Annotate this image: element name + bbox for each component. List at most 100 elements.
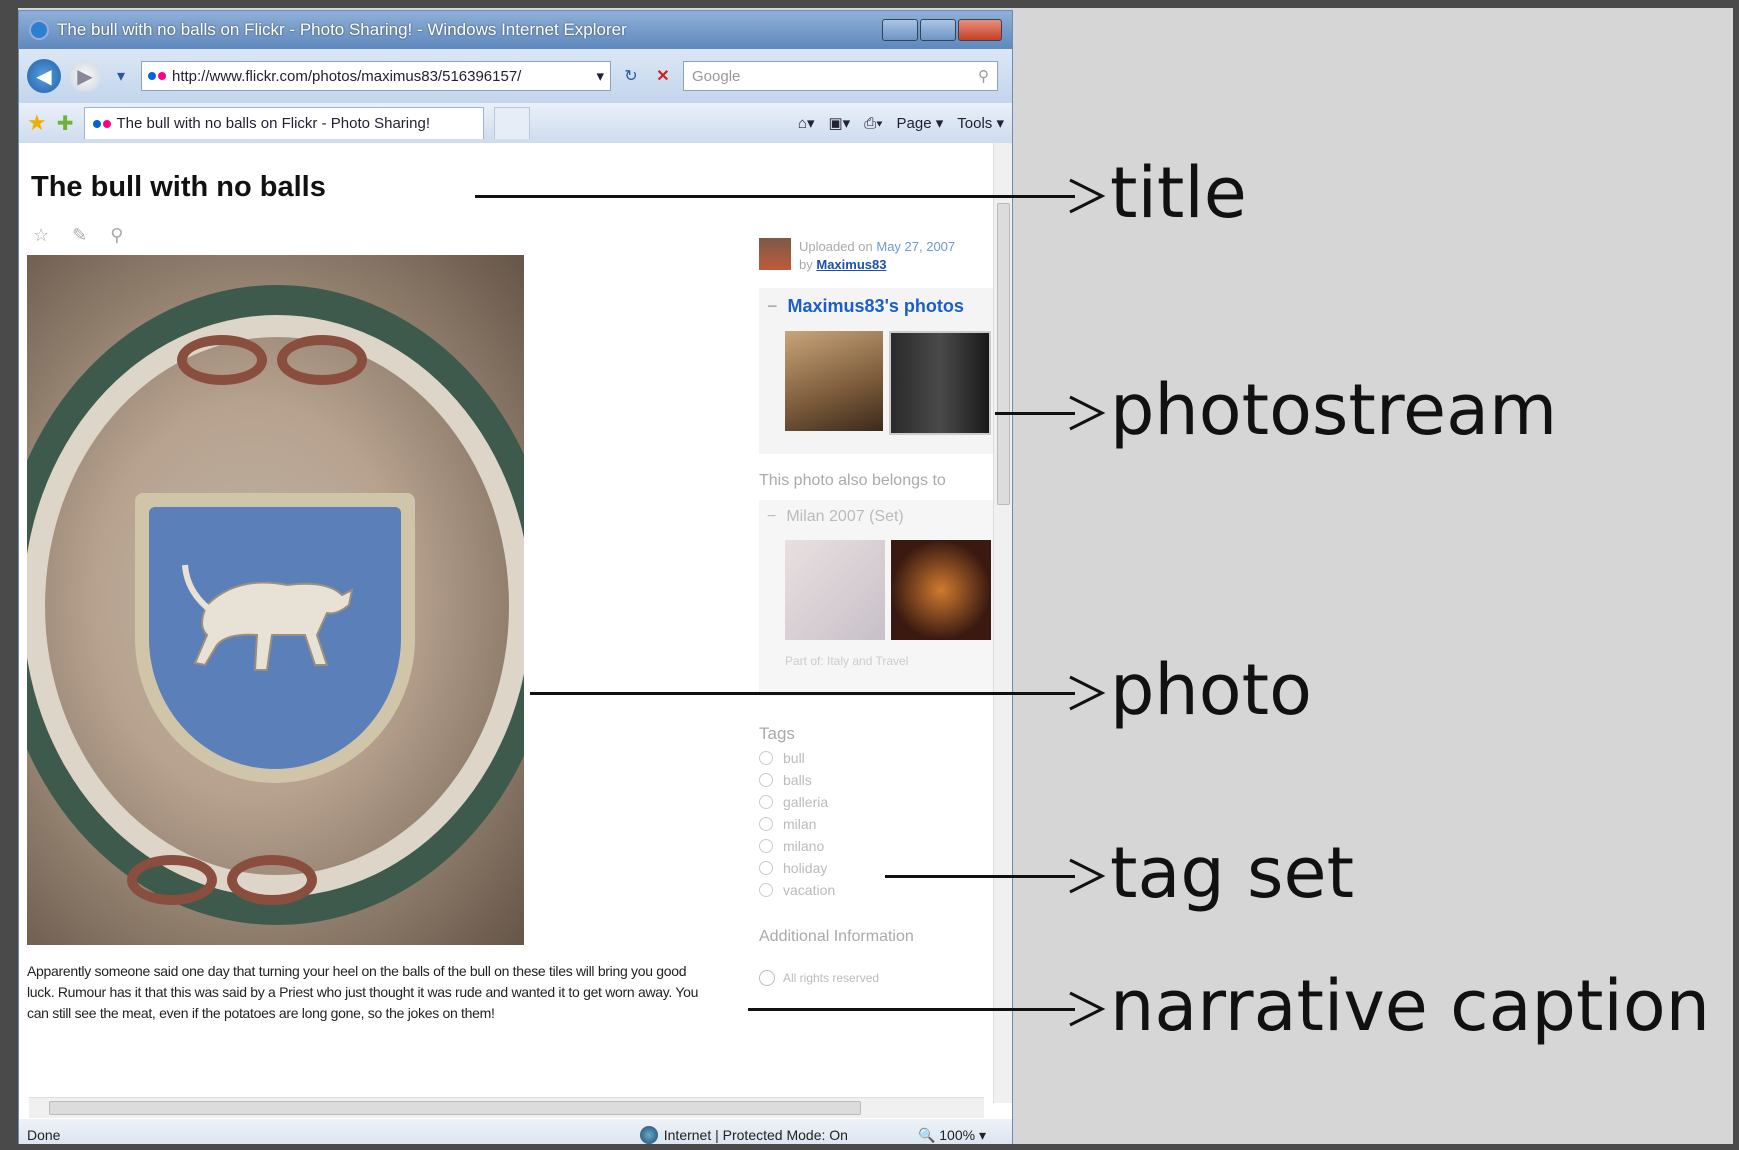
frame-left [0, 0, 18, 1150]
tab-favicon-icon [92, 119, 111, 128]
mosaic-bow [177, 335, 267, 385]
tag-label: milano [783, 838, 825, 854]
tag-icon [759, 861, 773, 875]
tag-set-arrow-line [885, 875, 1075, 878]
tag-item[interactable]: balls [759, 772, 994, 788]
additional-info-heading: Additional Information [759, 928, 914, 945]
rights-info: All rights reserved [759, 970, 994, 986]
tools-menu-label: Tools [957, 115, 993, 132]
tag-icon [759, 795, 773, 809]
refresh-icon[interactable]: ↻ [619, 63, 643, 89]
caption-arrow-head-icon [1069, 991, 1106, 1027]
photostream-arrow-head-icon [1069, 395, 1106, 431]
feeds-icon[interactable]: ▣▾ [829, 114, 851, 132]
narrative-caption: Apparently someone said one day that tur… [27, 963, 699, 1021]
photostream-box: − Maximus83's photos [759, 288, 994, 454]
sidebar: Uploaded on May 27, 2007 by Maximus83 − M… [759, 238, 994, 986]
tag-label: bull [783, 750, 805, 766]
tag-icon [759, 883, 773, 897]
frame-top [0, 0, 1739, 8]
url-text: http://www.flickr.com/photos/maximus83/5… [172, 67, 522, 85]
also-belongs-label: This photo also belongs to [759, 472, 946, 489]
tools-menu[interactable]: Tools ▾ [957, 114, 1004, 132]
tab-label: The bull with no balls on Flickr - Photo… [116, 115, 430, 132]
search-placeholder: Google [692, 67, 741, 85]
annotation-photo: photo [1110, 649, 1312, 731]
by-prefix: by [799, 257, 813, 272]
search-icon[interactable]: ⚲ [978, 67, 989, 85]
photostream-thumb[interactable] [889, 331, 991, 435]
mosaic-bow [127, 855, 217, 905]
photo-actions: ☆ ✎ ⚲ [33, 225, 126, 246]
tag-item[interactable]: milan [759, 816, 994, 832]
security-zone[interactable]: Internet | Protected Mode: On [639, 1126, 848, 1144]
photostream-thumb[interactable] [785, 331, 883, 431]
set-thumb[interactable] [785, 540, 885, 640]
upload-date-link[interactable]: May 27, 2007 [876, 239, 955, 254]
browser-window: The bull with no balls on Flickr - Photo… [18, 10, 1013, 1150]
horizontal-scroll-thumb[interactable] [49, 1101, 861, 1115]
new-tab-button[interactable] [493, 107, 530, 139]
title-bar: The bull with no balls on Flickr - Photo… [19, 11, 1012, 49]
flickr-favicon-icon [148, 72, 166, 80]
search-input[interactable]: Google ⚲ [683, 61, 998, 91]
tab-bar: ★ ✚ The bull with no balls on Flickr - P… [19, 103, 1012, 144]
magnifier-icon: ⚲ [110, 225, 124, 245]
mosaic-bow [277, 335, 367, 385]
tag-label: galleria [783, 794, 829, 810]
page-menu-label: Page [896, 115, 932, 132]
window-controls [882, 19, 1002, 41]
history-dropdown-icon[interactable]: ▾ [109, 63, 133, 89]
page-menu[interactable]: Page ▾ [897, 114, 944, 132]
photostream-title[interactable]: Maximus83's photos [788, 296, 964, 316]
tag-item[interactable]: vacation [759, 882, 994, 898]
maximize-button[interactable] [920, 19, 956, 41]
set-thumbs [785, 540, 991, 640]
annotation-photostream: photostream [1110, 369, 1558, 451]
forward-button[interactable]: ▶ [69, 60, 101, 92]
title-arrow-line [475, 195, 1075, 198]
username-link[interactable]: Maximus83 [816, 257, 886, 272]
close-button[interactable] [958, 19, 1002, 41]
favorites-star-icon[interactable]: ★ [27, 110, 47, 136]
tab-flickr[interactable]: The bull with no balls on Flickr - Photo… [83, 107, 484, 139]
tag-icon [759, 839, 773, 853]
tag-item[interactable]: galleria [759, 794, 994, 810]
set-collapse-icon[interactable]: − [767, 508, 776, 525]
back-button[interactable]: ◀ [27, 59, 61, 93]
vertical-scrollbar[interactable] [993, 143, 1012, 1103]
add-favorite-icon[interactable]: ✚ [57, 111, 74, 136]
horizontal-scrollbar[interactable] [29, 1097, 984, 1118]
collapse-icon[interactable]: − [767, 296, 778, 316]
vertical-scroll-thumb[interactable] [997, 203, 1010, 505]
tag-item[interactable]: milano [759, 838, 994, 854]
tag-item[interactable]: holiday [759, 860, 994, 876]
tag-item[interactable]: bull [759, 750, 994, 766]
copyright-icon [759, 970, 775, 986]
star-icon: ☆ [33, 225, 50, 245]
url-dropdown-icon[interactable]: ▾ [596, 67, 604, 85]
set-title[interactable]: Milan 2007 (Set) [786, 508, 903, 525]
minimize-button[interactable] [882, 19, 918, 41]
zone-label: Internet | Protected Mode: On [663, 1127, 848, 1143]
add-to-faves-button[interactable]: ☆ [33, 225, 52, 246]
globe-icon [639, 1126, 658, 1144]
zoom-level[interactable]: 🔍 100% ▾ [918, 1127, 986, 1144]
stop-icon[interactable]: ✕ [651, 63, 675, 89]
window-title: The bull with no balls on Flickr - Photo… [57, 20, 627, 39]
tag-label: milan [783, 816, 817, 832]
tag-icon [759, 773, 773, 787]
uploaded-prefix: Uploaded on [799, 239, 873, 254]
tag-label: vacation [783, 882, 836, 898]
annotation-title: title [1110, 152, 1247, 234]
photo[interactable] [27, 255, 524, 945]
home-icon[interactable]: ⌂▾ [798, 114, 815, 132]
url-input[interactable]: http://www.flickr.com/photos/maximus83/5… [141, 61, 611, 91]
print-icon[interactable]: ⎙▾ [864, 115, 882, 132]
blog-this-button[interactable]: ✎ [72, 225, 90, 246]
frame-bottom [0, 1144, 1739, 1150]
all-sizes-button[interactable]: ⚲ [110, 225, 126, 246]
photo-arrow-line [530, 692, 1075, 695]
set-thumb[interactable] [891, 540, 991, 640]
avatar[interactable] [759, 238, 791, 270]
